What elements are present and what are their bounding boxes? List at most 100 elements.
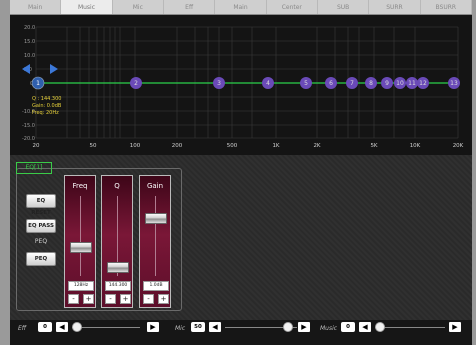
music-slider-track — [375, 327, 445, 328]
tab-bsurr[interactable]: BSURR — [421, 0, 472, 14]
freq-slider-thumb[interactable] — [70, 242, 92, 253]
x-tick-10k: 10K — [410, 143, 421, 149]
svg-text:12: 12 — [419, 80, 427, 87]
eq-point-2[interactable]: 2 — [130, 77, 142, 89]
next-point-icon[interactable] — [50, 64, 58, 74]
tab-main-output[interactable]: Main — [215, 0, 267, 14]
tab-center[interactable]: Center — [267, 0, 318, 14]
mic-slider-knob[interactable] — [283, 322, 293, 332]
eff-label: Eff — [18, 325, 27, 332]
tab-surr[interactable]: SURR — [369, 0, 421, 14]
music-value: 0 — [341, 322, 355, 332]
freq-plus-button[interactable]: + — [83, 294, 94, 304]
x-tick-1k: 1K — [272, 143, 279, 149]
eq-point-8[interactable]: 8 — [365, 77, 377, 89]
eq-index-label: EQ[1] — [16, 162, 52, 174]
eq-graph[interactable]: 20.0 15.0 10.0 5.0 0 -10.0 -15.0 -20.0 2… — [10, 15, 472, 155]
eq-point-10[interactable]: 10 — [394, 77, 406, 89]
tab-music[interactable]: Music — [61, 0, 113, 14]
x-tick-2k: 2K — [313, 143, 320, 149]
freq-minus-button[interactable]: - — [68, 294, 79, 304]
eq-point-11[interactable]: 11 — [406, 77, 418, 89]
eff-left-arrow-icon[interactable]: ◀ — [56, 322, 68, 332]
mic-right-arrow-icon[interactable]: ▶ — [298, 322, 310, 332]
eq-pass-button[interactable]: EQ PASS — [26, 219, 56, 233]
svg-text:13: 13 — [450, 80, 458, 87]
q-slider-thumb[interactable] — [107, 262, 129, 273]
peq-caption: PEQ — [34, 238, 48, 245]
eq-point-6[interactable]: 6 — [325, 77, 337, 89]
gain-slider-thumb[interactable] — [145, 213, 167, 224]
eq-point-3[interactable]: 3 — [213, 77, 225, 89]
svg-text:11: 11 — [408, 80, 416, 87]
music-label: Music — [320, 325, 338, 332]
x-tick-50: 50 — [90, 143, 97, 149]
q-slider-panel: Q 144.300 - + — [101, 175, 133, 308]
peq-button[interactable]: PEQ — [26, 252, 56, 266]
eq-point-9[interactable]: 9 — [381, 77, 393, 89]
eq-graph-svg: 20.0 15.0 10.0 5.0 0 -10.0 -15.0 -20.0 2… — [22, 25, 464, 149]
freq-title: Freq — [72, 182, 88, 190]
gain-minus-button[interactable]: - — [143, 294, 154, 304]
svg-text:6: 6 — [329, 80, 333, 87]
music-right-arrow-icon[interactable]: ▶ — [449, 322, 461, 332]
gain-title: Gain — [146, 182, 164, 190]
music-slider-knob[interactable] — [375, 322, 385, 332]
svg-text:8: 8 — [369, 80, 373, 87]
eq-point-5[interactable]: 5 — [300, 77, 312, 89]
info-gain: Gain: 0.0dB — [32, 103, 62, 109]
eff-value: 0 — [38, 322, 52, 332]
channel-tabs: Main Music Mic Eff Main Center SUB SURR … — [10, 0, 472, 15]
tab-sub[interactable]: SUB — [318, 0, 370, 14]
y-tick-20: 20.0 — [24, 25, 35, 31]
eff-right-arrow-icon[interactable]: ▶ — [147, 322, 159, 332]
tab-mic[interactable]: Mic — [113, 0, 164, 14]
app-window: Main Music Mic Eff Main Center SUB SURR … — [0, 0, 476, 345]
x-tick-20k: 20K — [453, 143, 464, 149]
gain-slider-panel: Gain 1.0dB - + — [139, 175, 171, 308]
freq-slider-panel: Freq 128Hz - + — [64, 175, 96, 308]
x-tick-5k: 5K — [370, 143, 377, 149]
svg-text:1: 1 — [36, 80, 40, 87]
info-q: Q : 144.300 — [32, 96, 61, 102]
q-minus-button[interactable]: - — [105, 294, 116, 304]
eq-point-12[interactable]: 12 — [417, 77, 429, 89]
y-tick-10: 10.0 — [24, 53, 35, 59]
gain-value[interactable]: 1.0dB — [143, 281, 169, 291]
svg-text:2: 2 — [134, 80, 138, 87]
x-tick-100: 100 — [130, 143, 141, 149]
eq-point-13[interactable]: 13 — [448, 77, 460, 89]
x-tick-500: 500 — [227, 143, 238, 149]
y-tick-neg20: -20.0 — [22, 136, 35, 142]
y-tick-15: 15.0 — [24, 39, 35, 45]
svg-text:9: 9 — [385, 80, 389, 87]
mic-label: Mic — [175, 325, 186, 332]
q-title: Q — [114, 182, 120, 190]
svg-text:4: 4 — [266, 80, 270, 87]
mic-value: 50 — [191, 322, 205, 332]
freq-track — [80, 196, 81, 276]
info-freq: Freq: 20Hz — [32, 110, 59, 116]
music-left-arrow-icon[interactable]: ◀ — [359, 322, 371, 332]
freq-value[interactable]: 128Hz — [68, 281, 94, 291]
x-tick-20: 20 — [33, 143, 40, 149]
q-value[interactable]: 144.300 — [105, 281, 131, 291]
eq-reset-button[interactable]: EQ RESET — [26, 194, 56, 216]
svg-text:5: 5 — [304, 80, 308, 87]
mic-left-arrow-icon[interactable]: ◀ — [209, 322, 221, 332]
tab-eff[interactable]: Eff — [164, 0, 216, 14]
tab-main[interactable]: Main — [10, 0, 62, 14]
q-plus-button[interactable]: + — [120, 294, 131, 304]
svg-text:3: 3 — [217, 80, 221, 87]
eff-slider-track — [72, 327, 140, 328]
eq-point-7[interactable]: 7 — [346, 77, 358, 89]
y-tick-neg15: -15.0 — [22, 123, 35, 129]
eq-point-1[interactable]: 1 — [31, 76, 45, 90]
gain-track — [155, 196, 156, 276]
svg-text:10: 10 — [396, 80, 404, 87]
gain-plus-button[interactable]: + — [158, 294, 169, 304]
eq-point-4[interactable]: 4 — [262, 77, 274, 89]
x-tick-200: 200 — [172, 143, 183, 149]
eff-slider-knob[interactable] — [72, 322, 82, 332]
svg-text:7: 7 — [350, 80, 354, 87]
